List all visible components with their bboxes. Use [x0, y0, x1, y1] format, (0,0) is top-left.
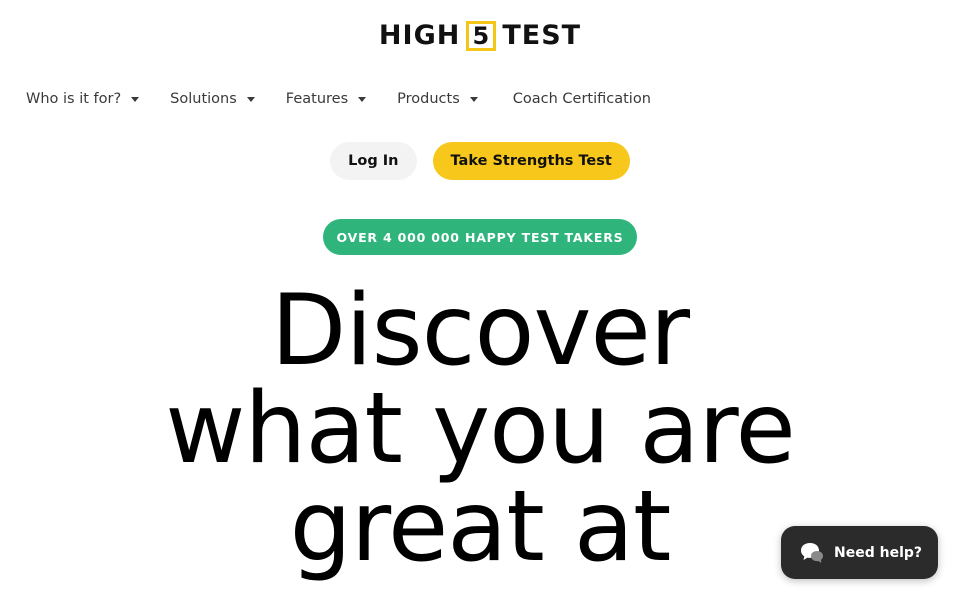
nav-item-features[interactable]: Features	[285, 88, 367, 110]
logo-text-left: HIGH	[378, 20, 461, 51]
login-button[interactable]: Log In	[330, 142, 417, 180]
need-help-label: Need help?	[834, 544, 923, 561]
nav-item-label: Features	[285, 91, 349, 107]
logo-text-right: TEST	[502, 20, 582, 51]
caret-down-icon	[358, 97, 367, 102]
happy-test-takers-badge: OVER 4 000 000 HAPPY TEST TAKERS	[323, 219, 637, 255]
logo-number-box: 5	[466, 20, 497, 51]
main-nav: Who is it for? Solutions Features Produc…	[26, 88, 683, 110]
hero-line-2: what you are	[165, 372, 796, 486]
nav-item-products[interactable]: Products	[397, 88, 478, 110]
take-strengths-test-button[interactable]: Take Strengths Test	[432, 142, 630, 180]
need-help-button[interactable]: Need help?	[781, 526, 938, 579]
auth-buttons: Log In Take Strengths Test	[0, 142, 960, 180]
nav-item-label: Solutions	[170, 91, 237, 107]
page: HIGH 5 TEST Who is it for? Solutions Fea…	[0, 0, 960, 600]
hero-line-1: Discover	[270, 274, 690, 388]
nav-item-coach-certification[interactable]: Coach Certification	[513, 88, 651, 110]
nav-item-label: Coach Certification	[512, 91, 651, 107]
logo[interactable]: HIGH 5 TEST	[0, 20, 960, 51]
nav-item-who-is-it-for[interactable]: Who is it for?	[26, 88, 140, 110]
caret-down-icon	[246, 97, 255, 102]
caret-down-icon	[469, 97, 478, 102]
nav-item-label: Products	[397, 91, 460, 107]
caret-down-icon	[131, 97, 140, 102]
chat-bubbles-icon	[801, 542, 823, 563]
nav-item-label: Who is it for?	[26, 91, 122, 107]
nav-item-solutions[interactable]: Solutions	[170, 88, 255, 110]
